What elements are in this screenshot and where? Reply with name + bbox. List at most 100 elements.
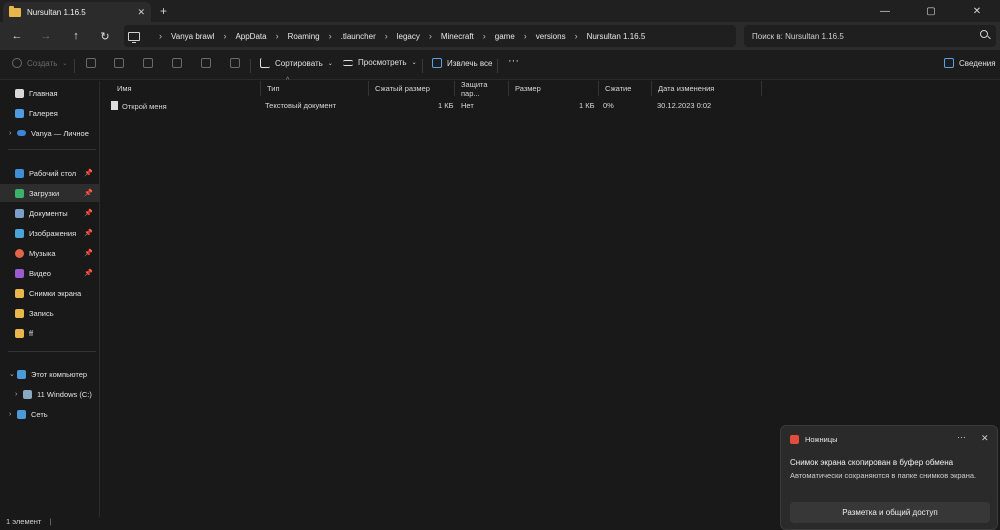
sidebar-item-ff[interactable]: ff: [0, 324, 99, 342]
address-bar[interactable]: › Vanya brawl › AppData › Roaming › .tlauncher ›…: [124, 25, 736, 47]
trash-icon: [230, 58, 240, 68]
sidebar-item-downloads[interactable]: Загрузки 📌: [0, 184, 99, 202]
details-label: Сведения: [959, 58, 996, 68]
sidebar-item-recording[interactable]: Запись: [0, 304, 99, 322]
chevron-right-icon[interactable]: ›: [483, 31, 486, 41]
breadcrumb-segment[interactable]: › Minecraft: [420, 31, 474, 41]
snipping-notification[interactable]: Ножницы ··· ✕ Снимок экрана скопирован в…: [780, 425, 998, 530]
chevron-right-icon[interactable]: ›: [575, 31, 578, 41]
sidebar-item-label: Загрузки: [29, 188, 60, 198]
sidebar-item-label: Изображения: [29, 228, 77, 238]
column-password-protected[interactable]: Защита пар...: [455, 80, 509, 98]
sidebar-item-music[interactable]: Музыка 📌: [0, 244, 99, 262]
breadcrumb-segment[interactable]: › AppData: [214, 31, 266, 41]
column-date-modified[interactable]: Дата изменения: [652, 81, 762, 96]
video-icon: [15, 268, 24, 278]
chevron-right-icon[interactable]: ›: [9, 130, 17, 137]
markup-share-button[interactable]: Разметка и общий доступ: [790, 502, 990, 523]
file-ratio-cell: 0%: [603, 101, 614, 110]
share-button[interactable]: [201, 58, 216, 68]
folder-icon: [9, 5, 21, 17]
sidebar-item-label: Видео: [29, 268, 51, 278]
breadcrumb-segment[interactable]: › game: [474, 31, 515, 41]
tab-close-icon[interactable]: ✕: [137, 7, 145, 18]
breadcrumb-segment[interactable]: › versions: [515, 31, 566, 41]
rename-button[interactable]: [172, 58, 187, 68]
sidebar-item-network[interactable]: › Сеть: [0, 405, 99, 423]
documents-icon: [15, 208, 24, 218]
column-type[interactable]: Тип: [261, 81, 369, 96]
breadcrumb-segment[interactable]: › Nursultan 1.16.5: [566, 31, 646, 41]
extract-all-button[interactable]: Извлечь все: [432, 58, 493, 68]
column-name[interactable]: Имя: [111, 81, 261, 96]
divider: [8, 149, 96, 150]
column-ratio[interactable]: Сжатие: [599, 81, 652, 96]
search-placeholder: Поиск в: Nursultan 1.16.5: [752, 31, 844, 41]
search-input[interactable]: Поиск в: Nursultan 1.16.5: [744, 25, 996, 47]
breadcrumb-label: Nursultan 1.16.5: [586, 31, 646, 41]
minimize-button[interactable]: —: [862, 0, 908, 22]
create-label: Создать: [27, 58, 58, 68]
sidebar-item-pictures[interactable]: Изображения 📌: [0, 224, 99, 242]
sidebar-item-desktop[interactable]: Рабочий стол 📌: [0, 164, 99, 182]
details-button[interactable]: Сведения: [944, 58, 996, 68]
chevron-right-icon[interactable]: ›: [9, 411, 17, 418]
pin-icon: 📌: [84, 170, 93, 177]
chevron-right-icon[interactable]: ›: [159, 31, 162, 41]
new-tab-button[interactable]: +: [160, 4, 167, 18]
folder-icon: [15, 288, 24, 298]
chevron-right-icon[interactable]: ›: [276, 31, 279, 41]
breadcrumb-segment[interactable]: › Vanya brawl: [150, 31, 214, 41]
column-compressed-size[interactable]: Сжатый размер: [369, 81, 455, 96]
file-size-cell: 1 КБ: [579, 101, 595, 110]
maximize-button[interactable]: ▢: [908, 0, 954, 22]
sidebar-item-onedrive[interactable]: › Vanya — Личное: [0, 124, 99, 142]
chevron-right-icon[interactable]: ›: [385, 31, 388, 41]
chevron-down-icon[interactable]: ⌄: [9, 370, 17, 378]
chevron-right-icon[interactable]: ›: [15, 391, 23, 398]
sidebar-item-label: Снимки экрана: [29, 288, 82, 298]
tab-nursultan[interactable]: Nursultan 1.16.5 ✕: [3, 2, 151, 22]
sidebar-item-this-pc[interactable]: ⌄ Этот компьютер: [0, 365, 99, 383]
up-button[interactable]: ↑: [67, 28, 85, 44]
sidebar-item-label: Сеть: [31, 409, 48, 419]
forward-button[interactable]: →: [37, 28, 55, 44]
file-name-cell[interactable]: Открой меня: [111, 101, 167, 111]
notification-close-button[interactable]: ✕: [981, 433, 989, 444]
view-button[interactable]: Просмотреть ⌄: [343, 58, 417, 67]
chevron-right-icon[interactable]: ›: [329, 31, 332, 41]
breadcrumb-segment[interactable]: › Roaming: [267, 31, 320, 41]
sidebar-item-label: ff: [29, 328, 34, 338]
create-button[interactable]: Создать ⌄: [12, 58, 67, 68]
breadcrumb-label: AppData: [235, 31, 267, 41]
cut-button[interactable]: [86, 58, 101, 68]
snipping-tool-icon: [790, 435, 799, 444]
chevron-right-icon[interactable]: ›: [223, 31, 226, 41]
sidebar-item-drive-c[interactable]: › 11 Windows (C:): [0, 385, 99, 403]
notification-more-button[interactable]: ···: [957, 432, 966, 442]
breadcrumb-segment[interactable]: › legacy: [376, 31, 420, 41]
sidebar-item-home[interactable]: Главная: [0, 84, 99, 102]
title-bar: Nursultan 1.16.5 ✕ + — ▢ ✕: [0, 0, 1000, 22]
chevron-right-icon[interactable]: ›: [429, 31, 432, 41]
back-button[interactable]: ←: [8, 28, 26, 44]
divider: [497, 59, 498, 73]
more-options-button[interactable]: ···: [508, 55, 519, 67]
sidebar-item-videos[interactable]: Видео 📌: [0, 264, 99, 282]
divider: [250, 59, 251, 73]
copy-button[interactable]: [114, 58, 129, 68]
column-size[interactable]: Размер: [509, 81, 599, 96]
chevron-right-icon[interactable]: ›: [524, 31, 527, 41]
sidebar-item-documents[interactable]: Документы 📌: [0, 204, 99, 222]
breadcrumb-segment[interactable]: › .tlauncher: [320, 31, 376, 41]
refresh-button[interactable]: ↻: [96, 28, 114, 44]
delete-button[interactable]: [230, 58, 245, 68]
sidebar-item-label: Музыка: [29, 248, 56, 258]
copy-icon: [114, 58, 124, 68]
sidebar-item-screenshots[interactable]: Снимки экрана: [0, 284, 99, 302]
sort-button[interactable]: Сортировать ⌄: [260, 58, 333, 68]
sidebar-item-gallery[interactable]: Галерея: [0, 104, 99, 122]
paste-button[interactable]: [143, 58, 158, 68]
close-window-button[interactable]: ✕: [954, 0, 1000, 22]
pictures-icon: [15, 228, 24, 238]
